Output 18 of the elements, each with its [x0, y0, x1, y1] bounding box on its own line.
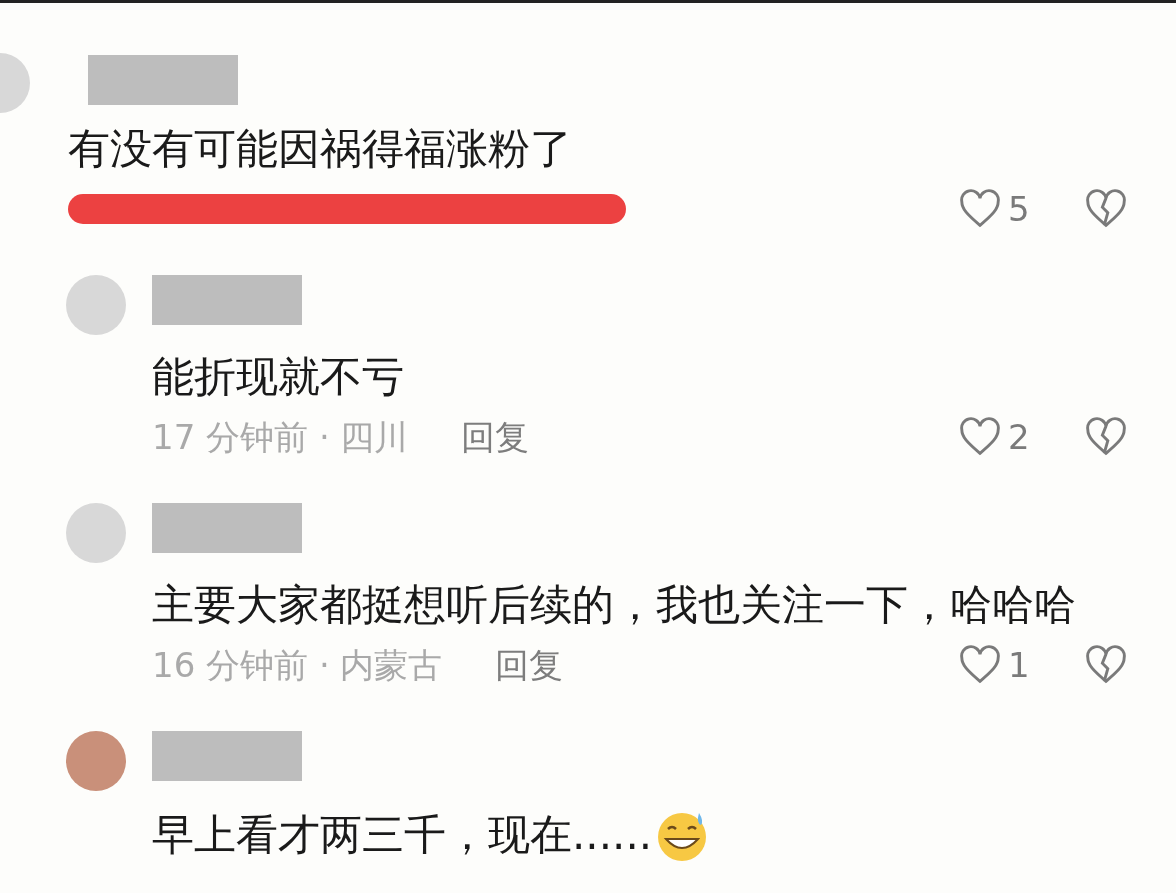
heart-icon[interactable] — [958, 645, 1002, 685]
like-count: 2 — [1008, 415, 1030, 459]
heart-icon[interactable] — [958, 417, 1002, 457]
broken-heart-icon[interactable] — [1084, 189, 1128, 229]
reply-link[interactable]: 回复 — [494, 639, 563, 691]
comment-text: 有没有可能因祸得福涨粉了 — [68, 123, 572, 175]
comment-meta: 16 分钟前 · 内蒙古 — [152, 643, 443, 687]
like-count: 1 — [1008, 643, 1030, 687]
heart-icon[interactable] — [958, 189, 1002, 229]
reply-link[interactable]: 回复 — [460, 411, 529, 463]
like-count: 5 — [1008, 187, 1030, 231]
broken-heart-icon[interactable] — [1084, 645, 1128, 685]
avatar[interactable] — [66, 731, 126, 791]
comment-text: 主要大家都挺想听后续的，我也关注一下，哈哈哈 — [152, 579, 1076, 631]
comment-meta: 17 分钟前 · 四川 — [152, 415, 409, 459]
comment-text: 早上看才两三千，现在...... — [152, 809, 653, 861]
broken-heart-icon[interactable] — [1084, 417, 1128, 457]
comment-text: 能折现就不亏 — [152, 351, 404, 403]
